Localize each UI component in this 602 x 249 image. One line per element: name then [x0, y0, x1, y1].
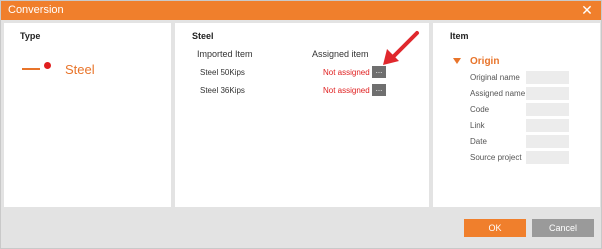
- steel-type-icon: [22, 68, 40, 70]
- assigned-name-field[interactable]: [526, 87, 569, 100]
- close-icon[interactable]: ✕: [580, 2, 594, 18]
- assignment-status: Not assigned: [323, 68, 370, 77]
- title-bar: Conversion ✕: [1, 1, 601, 20]
- property-label: Assigned name: [470, 89, 526, 98]
- item-heading: Item: [450, 31, 469, 41]
- type-heading: Type: [20, 31, 41, 41]
- table-row: Steel 36Kips Not assigned ...: [175, 83, 429, 99]
- type-option-steel[interactable]: Steel: [22, 59, 142, 83]
- steel-type-dot: [44, 62, 51, 69]
- pointer-arrow-icon: [383, 31, 419, 65]
- cancel-button[interactable]: Cancel: [532, 219, 594, 237]
- property-label: Date: [470, 137, 487, 146]
- property-row-source-project: Source project: [433, 151, 600, 165]
- code-field[interactable]: [526, 103, 569, 116]
- property-row-code: Code: [433, 103, 600, 117]
- conversion-dialog: Conversion ✕ Type Steel Steel Imported I…: [0, 0, 602, 249]
- property-row-assigned-name: Assigned name: [433, 87, 600, 101]
- dialog-title: Conversion: [8, 4, 64, 16]
- imported-item-name: Steel 50Kips: [200, 68, 245, 77]
- original-name-field[interactable]: [526, 71, 569, 84]
- table-row: Steel 50Kips Not assigned ...: [175, 65, 429, 81]
- chevron-down-icon: [453, 58, 461, 64]
- type-option-label: Steel: [65, 62, 95, 77]
- assigned-item-column-header: Assigned item: [312, 49, 369, 59]
- property-label: Original name: [470, 73, 520, 82]
- property-label: Source project: [470, 153, 522, 162]
- imported-item-name: Steel 36Kips: [200, 86, 245, 95]
- date-field[interactable]: [526, 135, 569, 148]
- type-panel: Type Steel: [4, 23, 171, 207]
- ok-button[interactable]: OK: [464, 219, 526, 237]
- browse-button[interactable]: ...: [372, 66, 386, 78]
- item-panel: Item Origin Original name Assigned name …: [433, 23, 600, 207]
- steel-panel: Steel Imported Item Assigned item Steel …: [175, 23, 429, 207]
- imported-item-column-header: Imported Item: [197, 49, 253, 59]
- assignment-status: Not assigned: [323, 86, 370, 95]
- property-row-link: Link: [433, 119, 600, 133]
- browse-button[interactable]: ...: [372, 84, 386, 96]
- source-project-field[interactable]: [526, 151, 569, 164]
- link-field[interactable]: [526, 119, 569, 132]
- property-label: Code: [470, 105, 490, 114]
- origin-section-label: Origin: [470, 56, 500, 67]
- property-row-original-name: Original name: [433, 71, 600, 85]
- steel-heading: Steel: [192, 31, 214, 41]
- property-row-date: Date: [433, 135, 600, 149]
- property-label: Link: [470, 121, 485, 130]
